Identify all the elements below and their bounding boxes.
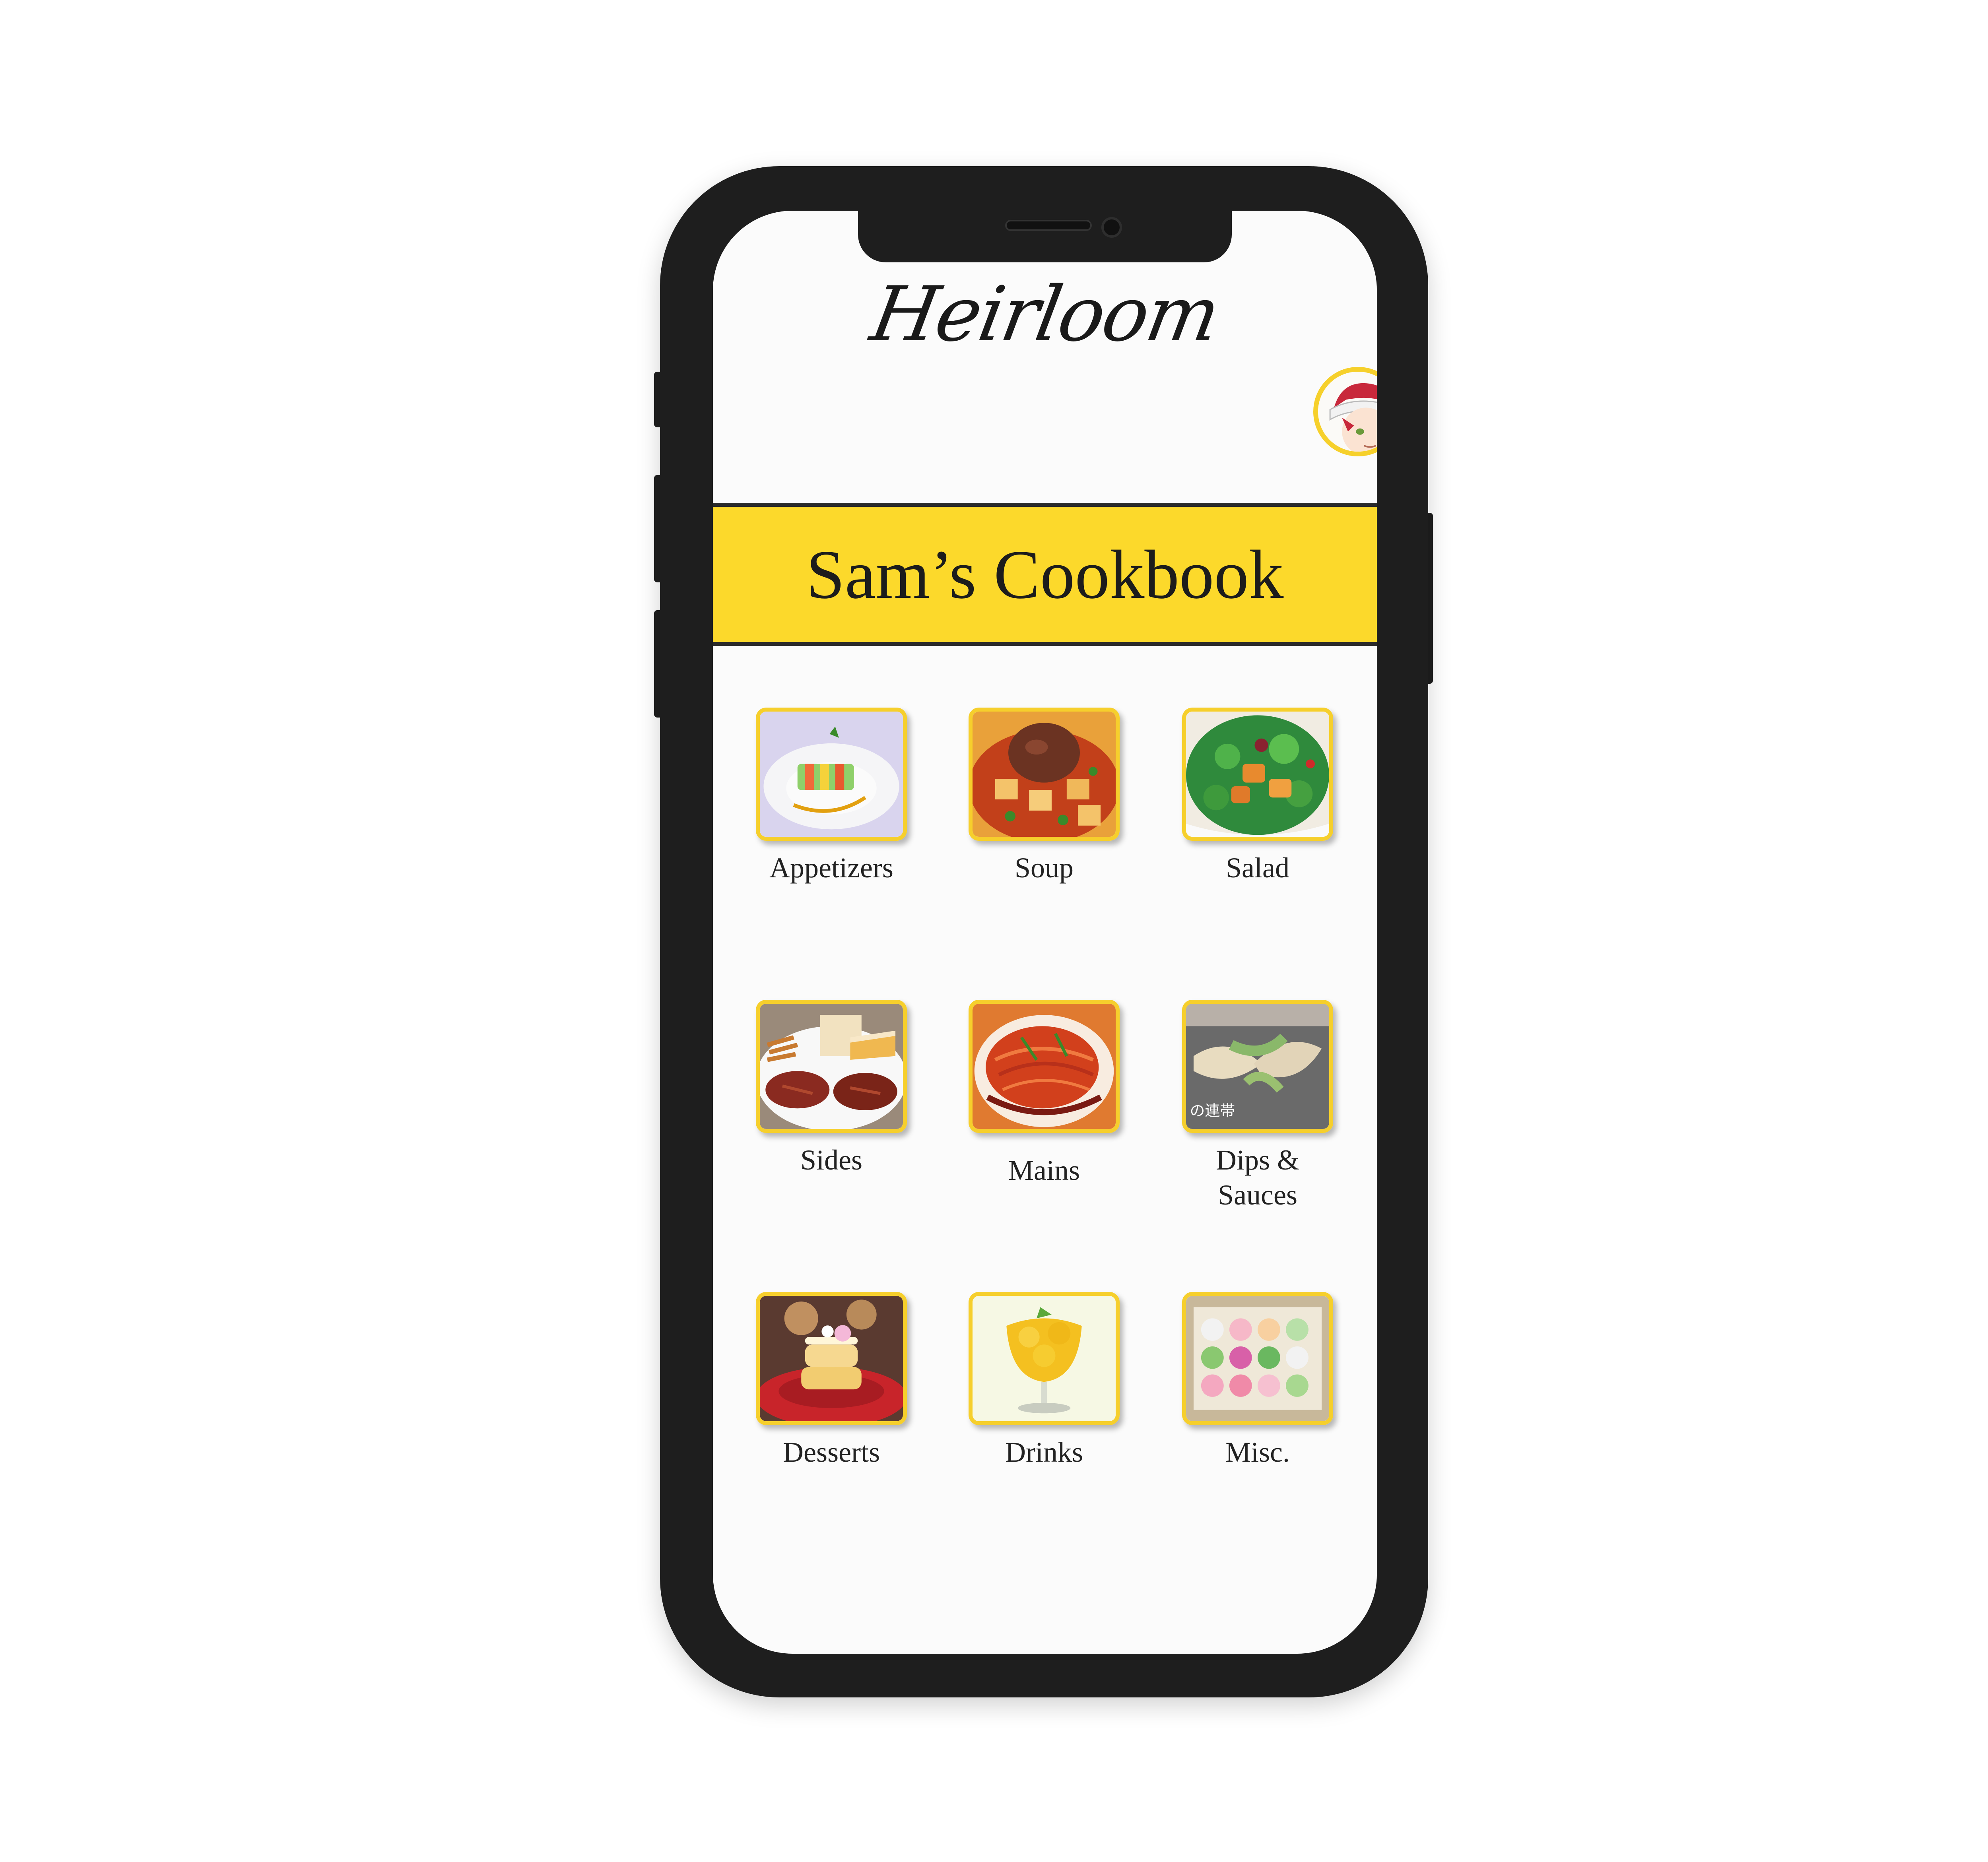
category-mains[interactable]: Mains [965,1000,1124,1188]
category-label: Soup [1014,852,1074,884]
category-label: Dips & Sauces [1215,1144,1300,1211]
app-screen: Heirloom Sam’s Cookbook Appetizers Soup … [713,211,1377,1654]
sides-image[interactable] [756,1000,907,1133]
category-label: Mains [1008,1154,1080,1186]
category-grid: Appetizers Soup Salad Sides Mains の連帯 Di… [713,211,1377,1654]
category-drinks[interactable]: Drinks [965,1292,1124,1470]
category-appetizers[interactable]: Appetizers [752,708,911,885]
category-label: Salad [1226,852,1289,884]
category-misc[interactable]: Misc. [1178,1292,1337,1470]
category-salad[interactable]: Salad [1178,708,1337,885]
category-label: Sides [800,1144,863,1176]
drinks-image[interactable] [969,1292,1120,1425]
category-label: Misc. [1225,1436,1290,1468]
dips-sauces-image[interactable]: の連帯 [1182,1000,1333,1133]
desserts-image[interactable] [756,1292,907,1425]
misc-image[interactable] [1182,1292,1333,1425]
category-label: Desserts [783,1436,880,1468]
svg-text:の連帯: の連帯 [1190,1102,1235,1119]
category-dips-sauces[interactable]: の連帯 Dips & Sauces [1178,1000,1337,1212]
soup-image[interactable] [969,708,1120,841]
device-mockup: Heirloom Sam’s Cookbook Appetizers Soup … [0,0,1988,1862]
category-sides[interactable]: Sides [752,1000,911,1177]
category-label: Appetizers [769,852,893,884]
mains-image[interactable] [969,1000,1120,1133]
category-desserts[interactable]: Desserts [752,1292,911,1470]
category-soup[interactable]: Soup [965,708,1124,885]
appetizers-image[interactable] [756,708,907,841]
category-label: Drinks [1005,1436,1083,1468]
salad-image[interactable] [1182,708,1333,841]
